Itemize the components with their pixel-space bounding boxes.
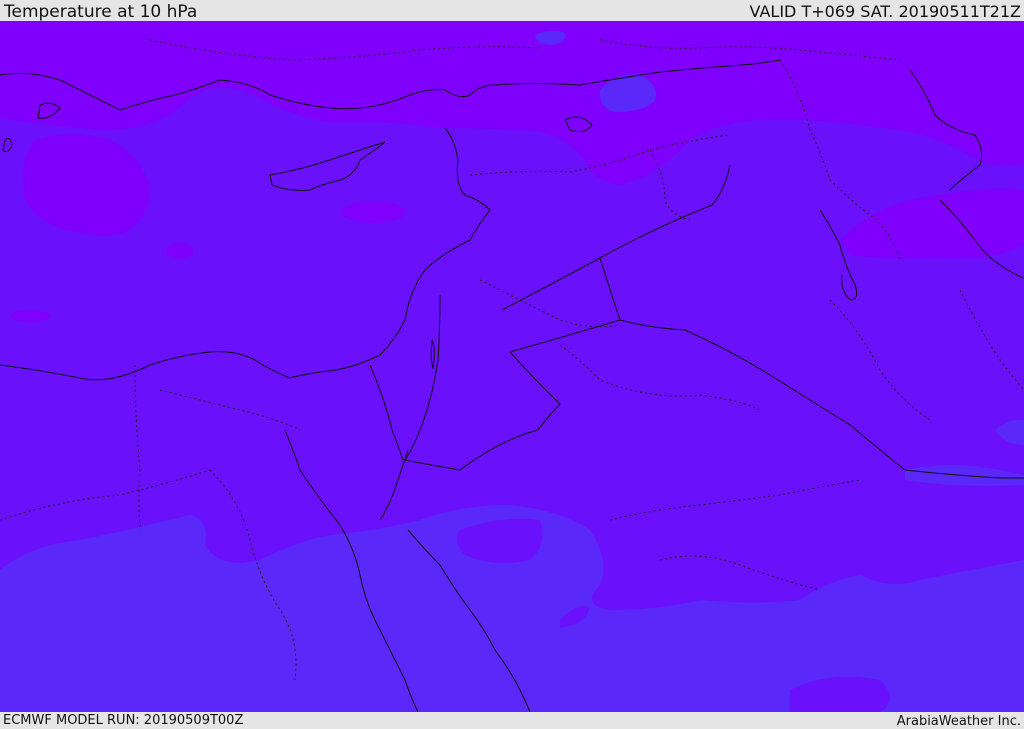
header-bar: Temperature at 10 hPa VALID T+069 SAT. 2… xyxy=(0,0,1024,21)
band-warm-spot-3 xyxy=(10,310,50,322)
band-warm-spot-2 xyxy=(166,243,194,259)
map-title: Temperature at 10 hPa xyxy=(4,2,198,22)
temperature-map[interactable] xyxy=(0,21,1024,712)
footer-bar: ECMWF MODEL RUN: 20190509T00Z ArabiaWeat… xyxy=(0,712,1024,729)
brand-label: ArabiaWeather Inc. xyxy=(896,714,1021,729)
band-warm-spot-1 xyxy=(341,201,405,223)
valid-time-label: VALID T+069 SAT. 20190511T21Z xyxy=(749,2,1021,21)
map-canvas xyxy=(0,21,1024,712)
model-run-label: ECMWF MODEL RUN: 20190509T00Z xyxy=(3,713,244,728)
